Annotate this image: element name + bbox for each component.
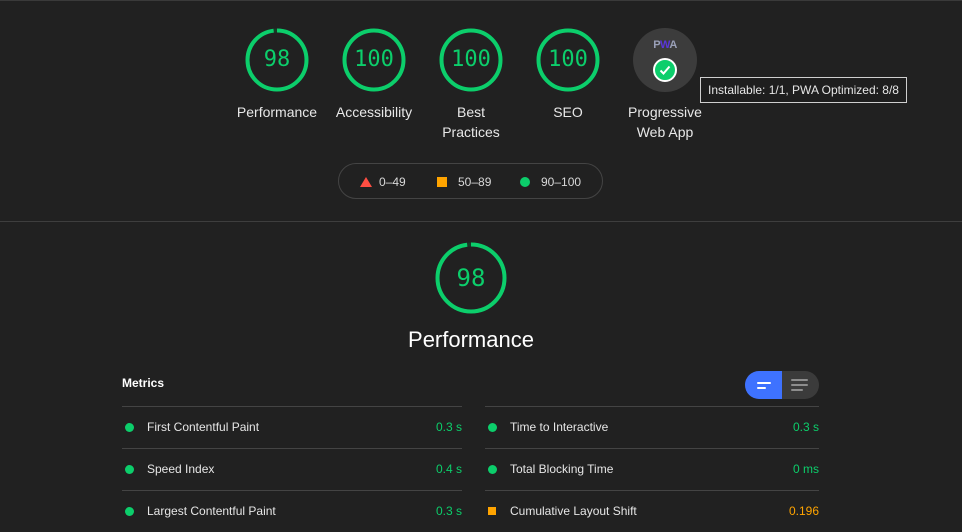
triangle-icon: [360, 177, 372, 187]
line-icon: [791, 379, 808, 381]
gauge-ring: 100: [439, 28, 503, 92]
gauge-label: SEO: [553, 104, 583, 120]
section-divider: [0, 221, 962, 222]
metric-name: First Contentful Paint: [147, 420, 260, 434]
metric-value: 0.4 s: [435, 462, 462, 476]
metrics-heading: Metrics: [122, 376, 165, 390]
legend-fail: 0–49: [360, 164, 406, 200]
line-icon: [757, 387, 766, 389]
gauge-ring: 100: [342, 28, 406, 92]
gauge-label-line: Best: [456, 104, 485, 120]
legend-fail-label: 0–49: [379, 175, 406, 189]
legend-average: 50–89: [437, 164, 491, 200]
metric-value: 0.196: [788, 504, 819, 518]
metric-row: Total Blocking Time 0 ms: [485, 448, 819, 490]
performance-gauge-large: 98: [435, 242, 507, 314]
pass-dot-icon: [488, 465, 497, 474]
metric-name: Largest Contentful Paint: [147, 504, 276, 518]
gauge-label-line: Progressive: [628, 104, 702, 120]
pass-dot-icon: [488, 423, 497, 432]
metric-row: Time to Interactive 0.3 s: [485, 406, 819, 448]
pwa-tooltip: Installable: 1/1, PWA Optimized: 8/8: [700, 77, 907, 103]
metric-value: 0.3 s: [435, 504, 462, 518]
legend-pass-label: 90–100: [541, 175, 582, 189]
line-icon: [791, 384, 808, 386]
gauge-label: Performance: [236, 104, 318, 120]
metric-name: Speed Index: [147, 462, 215, 476]
metrics-left-column: First Contentful Paint 0.3 s Speed Index…: [122, 406, 462, 532]
check-icon: [653, 58, 677, 82]
metric-name: Time to Interactive: [510, 420, 609, 434]
top-border: [0, 0, 962, 1]
circle-icon: [520, 177, 530, 187]
legend-average-label: 50–89: [458, 175, 492, 189]
average-square-icon: [488, 507, 496, 515]
performance-title: Performance: [408, 327, 534, 352]
gauge-pwa[interactable]: PWA Progressive Web App: [617, 28, 713, 142]
pass-dot-icon: [125, 423, 134, 432]
gauge-label-pwa: Progressive Web App: [617, 102, 713, 142]
gauge-performance[interactable]: 98 Performance: [229, 28, 325, 122]
gauge-label: Accessibility: [335, 104, 413, 120]
gauge-label-line: Web App: [636, 124, 694, 140]
gauge-score: 100: [354, 47, 394, 72]
gauge-ring: 100: [536, 28, 600, 92]
gauge-ring: 98: [245, 28, 309, 92]
pass-dot-icon: [125, 465, 134, 474]
square-icon: [437, 177, 447, 187]
gauge-label-line: Practices: [442, 124, 500, 140]
pwa-badge-text: PWA: [653, 39, 677, 51]
metric-value: 0.3 s: [792, 420, 819, 434]
gauge-label-best: Best Practices: [423, 102, 519, 142]
gauge-score: 98: [263, 47, 291, 72]
gauge-best-practices[interactable]: 100 Best Practices: [423, 28, 519, 142]
expanded-view-button[interactable]: [782, 371, 819, 399]
gauge-score: 98: [456, 264, 486, 292]
metric-row: Speed Index 0.4 s: [122, 448, 462, 490]
metrics-view-toggle[interactable]: [745, 371, 819, 399]
metric-value: 0 ms: [792, 462, 819, 476]
line-icon: [757, 382, 771, 384]
pwa-badge: PWA: [633, 28, 697, 92]
metric-name: Cumulative Layout Shift: [510, 504, 637, 518]
legend-pass: 90–100: [520, 164, 581, 200]
metric-row: First Contentful Paint 0.3 s: [122, 406, 462, 448]
metrics-right-column: Time to Interactive 0.3 s Total Blocking…: [485, 406, 819, 532]
metric-name: Total Blocking Time: [510, 462, 614, 476]
gauge-seo[interactable]: 100 SEO: [520, 28, 616, 122]
compact-view-button[interactable]: [745, 371, 782, 399]
pass-dot-icon: [125, 507, 134, 516]
line-icon: [791, 389, 803, 391]
metric-row: Largest Contentful Paint 0.3 s: [122, 490, 462, 532]
score-scale-legend: 0–49 50–89 90–100: [338, 163, 603, 199]
gauge-score: 100: [548, 47, 588, 72]
metric-value: 0.3 s: [435, 420, 462, 434]
metric-row: Cumulative Layout Shift 0.196: [485, 490, 819, 532]
gauge-score: 100: [451, 47, 491, 72]
gauge-accessibility[interactable]: 100 Accessibility: [326, 28, 422, 122]
